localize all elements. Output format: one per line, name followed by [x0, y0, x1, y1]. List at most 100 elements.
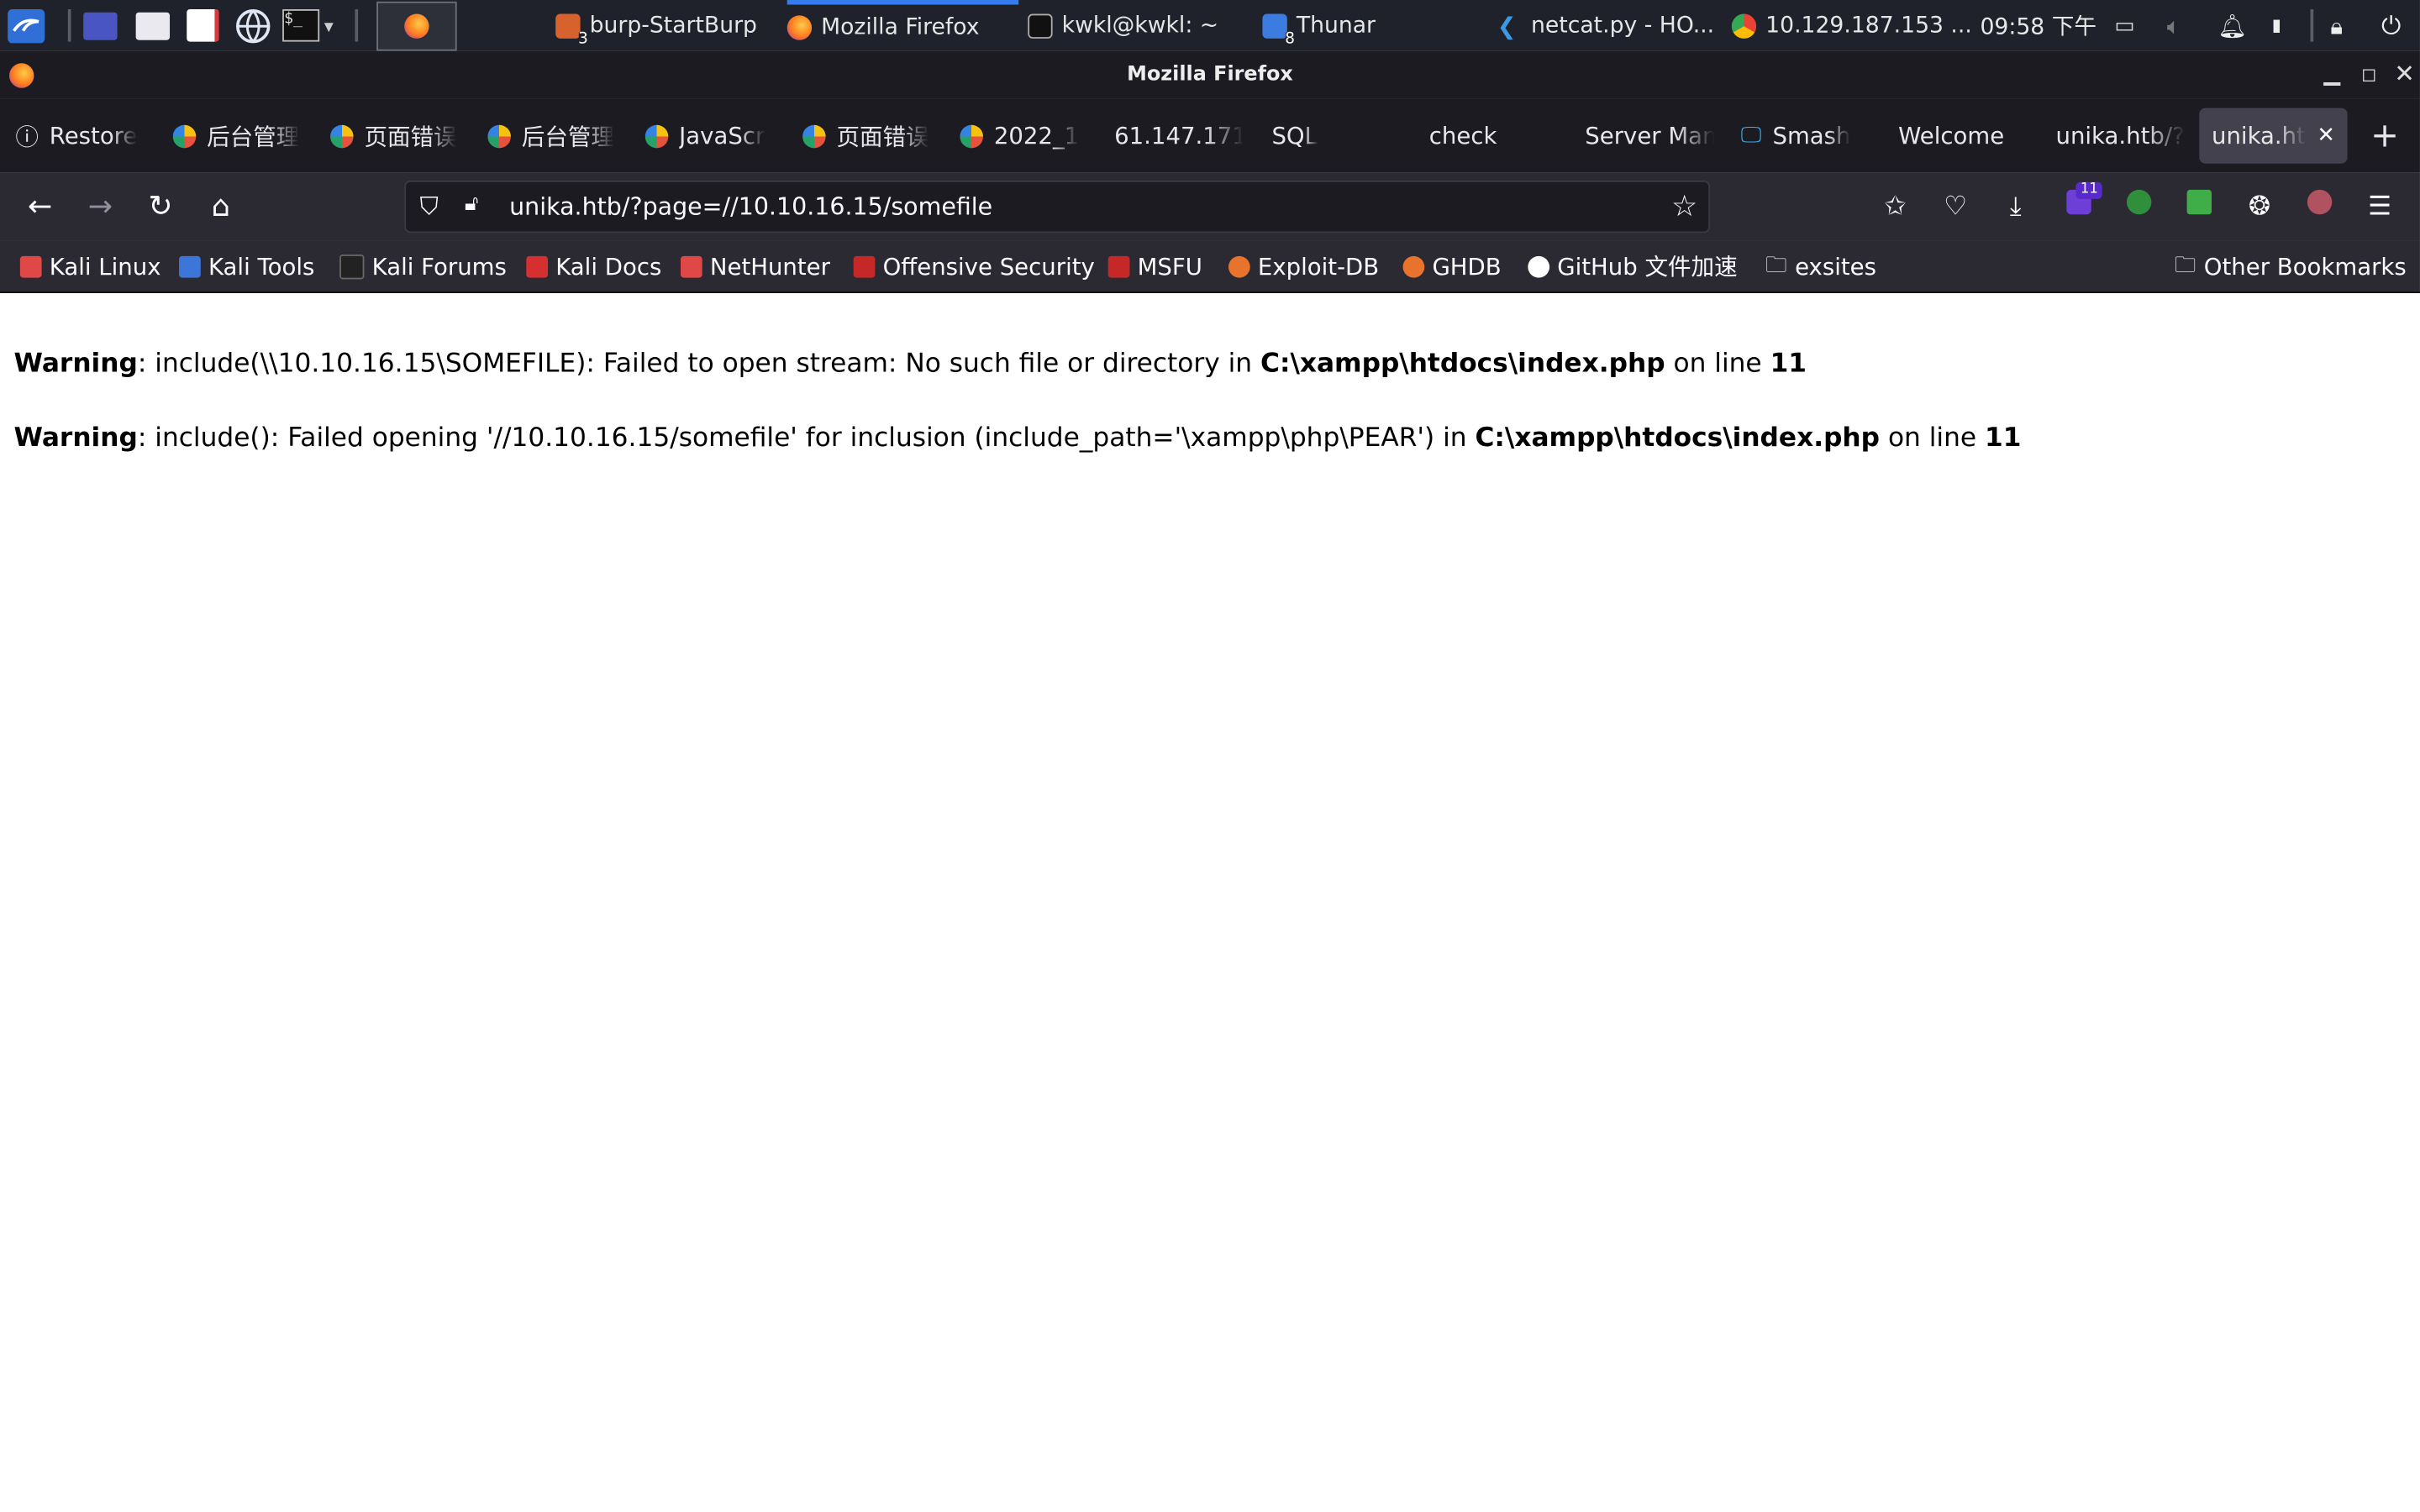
- home-icon[interactable]: ⌂: [203, 188, 239, 225]
- tab-unika-active[interactable]: unika.htb ✕: [2199, 108, 2348, 164]
- extension-paw-icon[interactable]: [2302, 188, 2338, 225]
- tab-restore[interactable]: ⓘ Restore: [15, 108, 154, 164]
- reload-icon[interactable]: ↻: [142, 188, 179, 225]
- kali-docs-icon: [526, 255, 549, 277]
- task-firefox[interactable]: Mozilla Firefox: [786, 0, 1019, 51]
- bookmark-github-accel[interactable]: GitHub 文件加速: [1528, 241, 1738, 292]
- msfu-icon: [1107, 255, 1130, 277]
- downloads-icon[interactable]: ⤓: [1997, 188, 2034, 225]
- clock[interactable]: 09:58 下午: [1980, 0, 2096, 51]
- tab-2022[interactable]: 2022_1: [960, 108, 1089, 164]
- bookmark-star-icon[interactable]: ☆: [1671, 190, 1697, 223]
- task-thunar[interactable]: 8 Thunar: [1262, 0, 1376, 51]
- maximize-icon[interactable]: ◻: [2355, 60, 2383, 88]
- url-text[interactable]: unika.htb/?page=//10.10.16.15/somefile: [509, 193, 992, 221]
- tab-label: SQL: [1271, 122, 1318, 150]
- tab-admin-1[interactable]: 后台管理: [172, 108, 302, 164]
- web-browser-icon[interactable]: [234, 0, 271, 51]
- task-label: kwkl@kwkl: ~: [1061, 13, 1219, 38]
- window-titlebar[interactable]: Mozilla Firefox ▁ ◻ ✕: [0, 50, 2420, 99]
- chevron-down-icon[interactable]: ▾: [324, 0, 334, 51]
- bookmark-label: Exploit-DB: [1257, 252, 1380, 281]
- new-tab-button[interactable]: +: [2370, 108, 2402, 164]
- bookmark-kali-forums[interactable]: Kali Forums: [339, 241, 507, 292]
- warning-line-text: on line: [1880, 423, 1986, 454]
- site-favicon: [330, 123, 354, 148]
- tab-unika-1[interactable]: unika.htb/?: [2055, 108, 2185, 164]
- tab-admin-2[interactable]: 后台管理: [487, 108, 617, 164]
- text-editor-icon[interactable]: [187, 0, 219, 51]
- tab-smash[interactable]: 🖵 Smash: [1741, 108, 1870, 164]
- extension-badge: 11: [2075, 181, 2103, 199]
- kali-menu-icon[interactable]: [6, 0, 46, 51]
- bookmark-offensive-security[interactable]: Offensive Security: [853, 241, 1095, 292]
- tab-sql[interactable]: SQL: [1271, 108, 1401, 164]
- terminal-icon[interactable]: $_: [282, 0, 320, 51]
- task-chrome[interactable]: 10.129.187.153 ...: [1731, 0, 1972, 51]
- nethunter-icon: [680, 255, 702, 277]
- extensions-star-icon[interactable]: ✩: [1876, 188, 1913, 225]
- bookmark-label: Kali Docs: [555, 252, 662, 281]
- extension-green-icon[interactable]: [2121, 188, 2158, 225]
- volume-icon[interactable]: 🔈︎: [2167, 0, 2181, 51]
- bookmark-label: MSFU: [1137, 252, 1202, 281]
- bookmark-kali-tools[interactable]: Kali Tools: [179, 241, 314, 292]
- insecure-lock-icon[interactable]: 🔓︎: [465, 192, 479, 216]
- other-bookmarks[interactable]: 🗀 Other Bookmarks: [2175, 241, 2407, 292]
- site-favicon: [960, 123, 983, 148]
- extension-puzzle-icon[interactable]: [2181, 188, 2217, 225]
- kali-icon: [19, 255, 42, 277]
- bookmark-label: GHDB: [1432, 252, 1502, 281]
- display-icon[interactable]: ▭: [2114, 0, 2134, 51]
- lock-icon[interactable]: 🔒︎: [2330, 0, 2343, 51]
- task-burp[interactable]: 3 burp-StartBurp: [555, 0, 757, 51]
- tab-error-2[interactable]: 页面错误: [802, 108, 932, 164]
- workspace-1[interactable]: [376, 1, 457, 51]
- bookmark-exploit-db[interactable]: Exploit-DB: [1228, 241, 1379, 292]
- tab-label: unika.htb/?: [2055, 122, 2185, 150]
- show-desktop-icon[interactable]: [83, 0, 118, 51]
- tab-error-1[interactable]: 页面错误: [330, 108, 460, 164]
- info-icon: ⓘ: [15, 123, 39, 151]
- bookmark-label: Kali Linux: [49, 252, 161, 281]
- bookmark-msfu[interactable]: MSFU: [1107, 241, 1202, 292]
- tab-close-icon[interactable]: ✕: [2317, 123, 2335, 148]
- battery-icon[interactable]: ▮: [2272, 0, 2281, 51]
- warning-line-number: 11: [1985, 423, 2022, 454]
- tab-label: check: [1428, 122, 1497, 150]
- pocket-icon[interactable]: ♡: [1937, 188, 1974, 225]
- bookmark-ghdb[interactable]: GHDB: [1402, 241, 1502, 292]
- tab-javascript[interactable]: JavaScr: [644, 108, 775, 164]
- task-vscode[interactable]: ❮ netcat.py - HO...: [1497, 0, 1715, 51]
- bookmark-kali-docs[interactable]: Kali Docs: [526, 241, 661, 292]
- logout-icon[interactable]: ⏻: [2381, 0, 2401, 51]
- folder-icon: 8: [1262, 13, 1295, 48]
- notification-bell-icon[interactable]: 🔔︎: [2217, 0, 2247, 51]
- task-label: netcat.py - HO...: [1531, 13, 1715, 38]
- extension-cookie-icon[interactable]: ❂: [2241, 188, 2278, 225]
- shield-icon[interactable]: ⛉: [420, 192, 439, 223]
- address-bar[interactable]: ⛉ 🔓︎ unika.htb/?page=//10.10.16.15/somef…: [404, 180, 1711, 234]
- minimize-icon[interactable]: ▁: [2318, 60, 2346, 88]
- back-icon[interactable]: ←: [22, 188, 59, 225]
- vscode-icon: ❮: [1497, 11, 1517, 39]
- tab-label: 61.147.171.: [1114, 122, 1244, 150]
- warning-line-text: on line: [1665, 349, 1770, 380]
- extension-shield-icon[interactable]: 11: [2060, 181, 2103, 225]
- warning-label: Warning: [13, 423, 138, 454]
- file-manager-icon[interactable]: [135, 0, 171, 51]
- task-terminal[interactable]: kwkl@kwkl: ~: [1028, 0, 1218, 51]
- bookmark-nethunter[interactable]: NetHunter: [680, 241, 830, 292]
- php-warning-2: Warning: include(): Failed opening '//10…: [14, 423, 2022, 454]
- tab-check[interactable]: check: [1429, 108, 1559, 164]
- menu-hamburger-icon[interactable]: ☰: [2361, 188, 2398, 225]
- task-label: burp-StartBurp: [589, 13, 757, 38]
- bookmark-folder-exsites[interactable]: 🗀 exsites: [1765, 241, 1876, 292]
- forward-icon[interactable]: →: [82, 188, 118, 225]
- site-favicon: [487, 123, 511, 148]
- tab-server-manager[interactable]: Server Man: [1585, 108, 1714, 164]
- tab-welcome[interactable]: Welcome: [1898, 108, 2037, 164]
- tab-ip[interactable]: 61.147.171.: [1114, 108, 1244, 164]
- close-icon[interactable]: ✕: [2391, 60, 2418, 88]
- bookmark-kali-linux[interactable]: Kali Linux: [19, 241, 161, 292]
